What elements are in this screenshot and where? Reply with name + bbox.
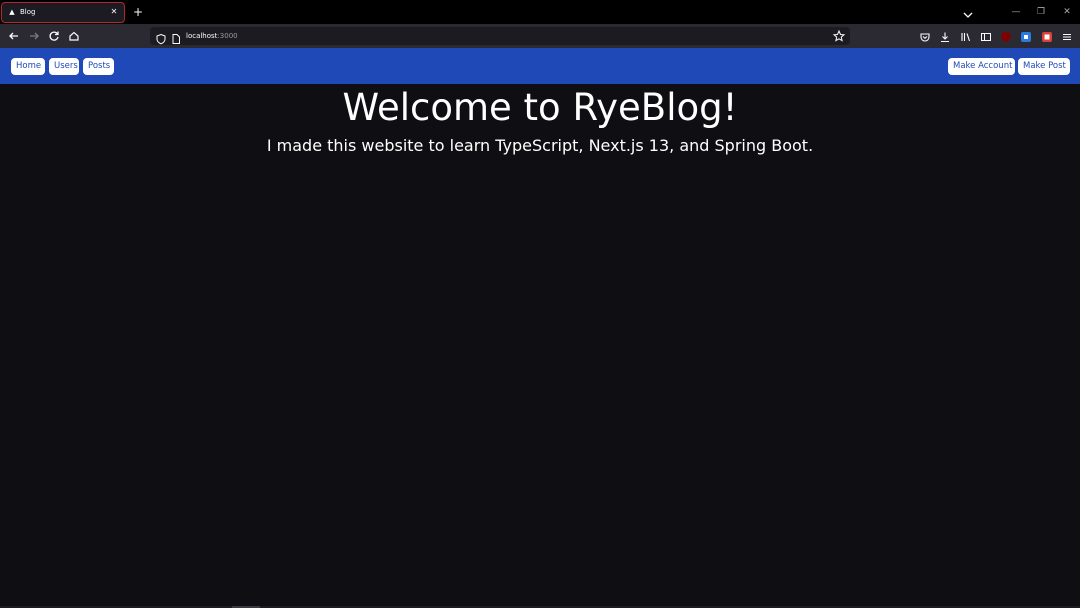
home-icon[interactable] (67, 29, 81, 43)
make-post-button[interactable]: Make Post (1018, 58, 1070, 75)
nav-posts-button[interactable]: Posts (83, 58, 114, 75)
list-all-tabs-icon[interactable] (962, 6, 974, 18)
downloads-icon[interactable] (938, 29, 952, 43)
bookmark-star-icon[interactable] (832, 29, 846, 43)
reload-icon[interactable] (47, 29, 61, 43)
nav-home-button[interactable]: Home (11, 58, 45, 75)
library-icon[interactable] (959, 29, 973, 43)
back-arrow-icon[interactable] (7, 29, 21, 43)
page-subtitle: I made this website to learn TypeScript,… (266, 136, 814, 155)
url-port: :3000 (217, 32, 238, 40)
tab-blog[interactable]: ▲ Blog ✕ (1, 2, 125, 23)
tab-strip: ▲ Blog ✕ + — ❐ ✕ (0, 0, 1080, 24)
menu-hamburger-icon[interactable] (1060, 29, 1074, 43)
ublock-extension-icon[interactable] (999, 29, 1013, 43)
sidebar-icon[interactable] (979, 29, 993, 43)
nav-users-button[interactable]: Users (49, 58, 79, 75)
triangle-favicon-icon: ▲ (9, 8, 15, 16)
page-title: Welcome to RyeBlog! (342, 86, 738, 129)
window-close-button[interactable]: ✕ (1061, 6, 1073, 18)
pocket-icon[interactable] (918, 29, 932, 43)
shield-icon[interactable] (155, 30, 167, 45)
restore-button[interactable]: ❐ (1035, 6, 1047, 18)
extension-blue-icon[interactable] (1019, 29, 1033, 43)
forward-arrow-icon[interactable] (27, 29, 41, 43)
navigation-toolbar: localhost:3000 (0, 24, 1080, 48)
address-bar[interactable]: localhost:3000 (150, 27, 850, 45)
make-account-button[interactable]: Make Account (948, 58, 1015, 75)
page-icon[interactable] (171, 30, 181, 44)
new-tab-button[interactable]: + (132, 5, 144, 19)
minimize-button[interactable]: — (1010, 6, 1022, 18)
url-text[interactable]: localhost:3000 (186, 31, 238, 41)
url-host: localhost (186, 32, 218, 40)
tab-title: Blog (20, 8, 36, 16)
site-navbar: Home Users Posts Make Account Make Post (0, 48, 1080, 84)
extension-red-icon[interactable] (1040, 29, 1054, 43)
page-content (0, 84, 1080, 608)
tab-close-icon[interactable]: ✕ (109, 6, 119, 18)
